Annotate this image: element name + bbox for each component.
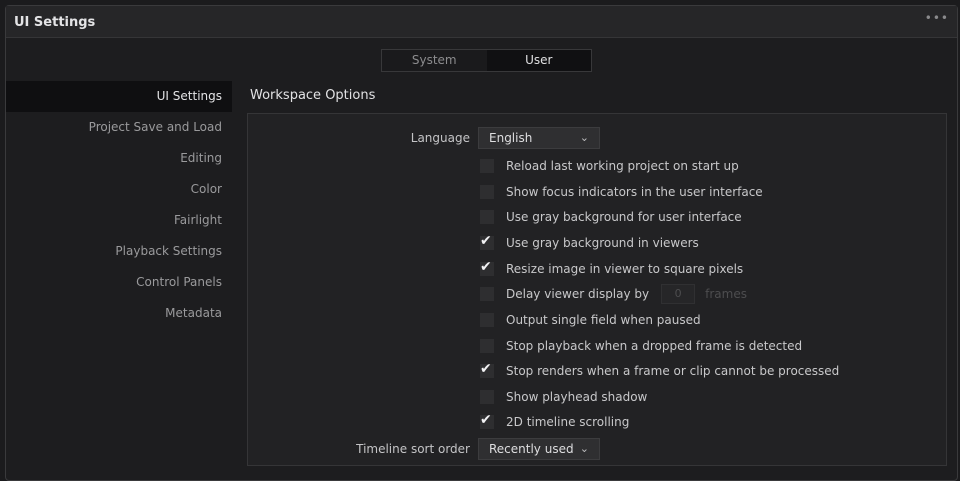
option-show-playhead-shadow[interactable]: Show playhead shadow [480, 387, 647, 407]
sidebar-item-ui-settings[interactable]: UI Settings [6, 81, 232, 112]
option-stop-playback-dropped-frame[interactable]: Stop playback when a dropped frame is de… [480, 336, 802, 356]
sidebar-item-fairlight[interactable]: Fairlight [6, 205, 232, 236]
option-label: Use gray background for user interface [506, 210, 742, 224]
sidebar-item-playback-settings[interactable]: Playback Settings [6, 236, 232, 267]
timeline-sort-order-label: Timeline sort order [356, 442, 470, 456]
checkmark-icon: ✔ [480, 259, 492, 275]
workspace-options-panel: Language English ⌄ Reload last working p… [247, 113, 947, 466]
option-delay-viewer-display[interactable]: Delay viewer display by 0 frames [480, 284, 747, 304]
chevron-down-icon: ⌄ [579, 442, 589, 455]
tab-system[interactable]: System [382, 50, 487, 71]
option-show-focus-indicators[interactable]: Show focus indicators in the user interf… [480, 182, 763, 202]
checkmark-icon: ✔ [480, 361, 492, 377]
language-dropdown[interactable]: English ⌄ [478, 127, 600, 149]
delay-frames-input[interactable]: 0 [661, 284, 696, 304]
option-label: Show focus indicators in the user interf… [506, 185, 763, 199]
checkbox[interactable] [480, 159, 494, 173]
timeline-sort-order-dropdown[interactable]: Recently used ⌄ [478, 438, 600, 460]
option-label: Use gray background in viewers [506, 236, 699, 250]
checkbox[interactable] [480, 210, 494, 224]
sidebar-item-metadata[interactable]: Metadata [6, 298, 232, 329]
language-value: English [489, 131, 533, 145]
sidebar-item-project-save-and-load[interactable]: Project Save and Load [6, 112, 232, 143]
option-2d-timeline-scrolling[interactable]: ✔ 2D timeline scrolling [480, 412, 629, 432]
option-stop-renders[interactable]: ✔ Stop renders when a frame or clip cann… [480, 361, 839, 381]
ui-settings-window: UI Settings ••• System User UI Settings … [5, 5, 958, 481]
more-icon[interactable]: ••• [925, 11, 949, 25]
checkbox[interactable]: ✔ [480, 361, 494, 378]
scope-segmented-control: System User [381, 49, 592, 72]
checkbox[interactable]: ✔ [480, 259, 494, 276]
option-resize-square-pixels[interactable]: ✔ Resize image in viewer to square pixel… [480, 259, 743, 279]
option-label: Output single field when paused [506, 313, 701, 327]
checkmark-icon: ✔ [480, 233, 492, 249]
option-gray-background-ui[interactable]: Use gray background for user interface [480, 207, 742, 227]
title-bar: UI Settings ••• [6, 6, 957, 38]
window-title: UI Settings [14, 15, 96, 30]
checkbox[interactable] [480, 313, 494, 327]
language-label: Language [410, 131, 470, 145]
option-label: Reload last working project on start up [506, 159, 739, 173]
checkbox[interactable] [480, 185, 494, 199]
checkbox[interactable] [480, 390, 494, 404]
sidebar-item-editing[interactable]: Editing [6, 143, 232, 174]
option-label: Show playhead shadow [506, 390, 648, 404]
option-label: Stop playback when a dropped frame is de… [506, 339, 803, 353]
sidebar-item-color[interactable]: Color [6, 174, 232, 205]
option-label: Resize image in viewer to square pixels [506, 262, 744, 276]
checkbox[interactable]: ✔ [480, 412, 494, 429]
checkbox[interactable] [480, 287, 494, 301]
timeline-sort-order-value: Recently used [489, 442, 574, 456]
option-label: 2D timeline scrolling [506, 415, 630, 429]
timeline-sort-order-row: Timeline sort order Recently used ⌄ [248, 438, 948, 462]
chevron-down-icon: ⌄ [579, 131, 589, 144]
checkmark-icon: ✔ [480, 412, 492, 428]
option-reload-last-project[interactable]: Reload last working project on start up [480, 156, 739, 176]
frames-unit-label: frames [705, 287, 747, 301]
option-label: Delay viewer display by [506, 287, 650, 301]
sidebar-item-control-panels[interactable]: Control Panels [6, 267, 232, 298]
section-title: Workspace Options [250, 88, 376, 103]
option-gray-background-viewers[interactable]: ✔ Use gray background in viewers [480, 233, 699, 253]
language-row: Language English ⌄ [248, 127, 948, 151]
option-output-single-field[interactable]: Output single field when paused [480, 310, 701, 330]
option-label: Stop renders when a frame or clip cannot… [506, 364, 840, 378]
checkbox[interactable] [480, 339, 494, 353]
checkbox[interactable]: ✔ [480, 233, 494, 250]
settings-sidebar: UI Settings Project Save and Load Editin… [6, 81, 232, 329]
tab-user[interactable]: User [486, 50, 591, 71]
